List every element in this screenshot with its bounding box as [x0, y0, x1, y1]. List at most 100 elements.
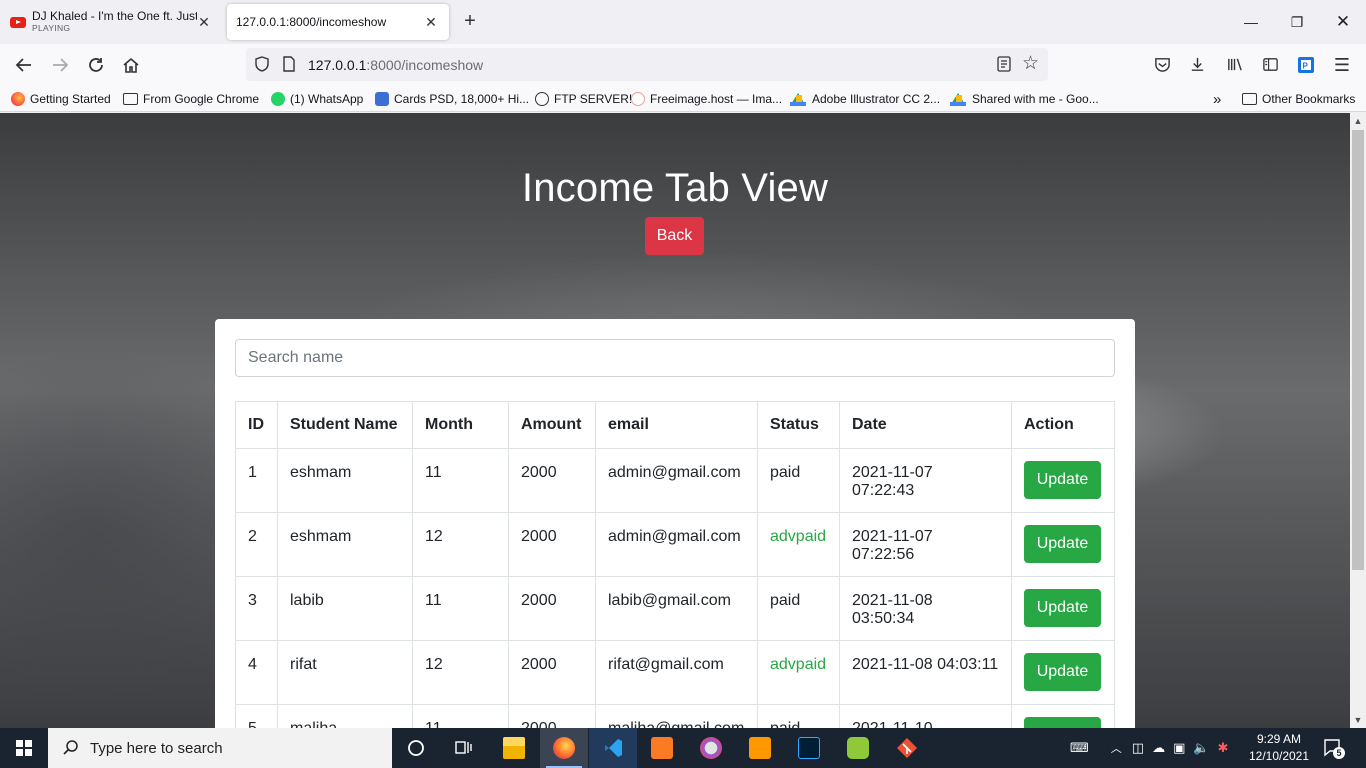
other-bookmarks-folder[interactable]: Other Bookmarks — [1242, 90, 1355, 108]
library-icon[interactable] — [1225, 56, 1243, 74]
bookmark-item[interactable]: FTP SERVER! — [535, 90, 632, 108]
firefox-taskbar-icon[interactable] — [540, 728, 588, 768]
cell-id: 1 — [235, 448, 278, 513]
cell-amount: 2000 — [508, 704, 596, 728]
file-explorer-icon[interactable] — [490, 728, 538, 768]
cell-action: Update — [1011, 448, 1115, 513]
cortana-icon[interactable] — [392, 728, 440, 768]
notepad-plus-icon[interactable] — [834, 728, 882, 768]
bookmark-item[interactable]: Shared with me - Goo... — [950, 90, 1099, 108]
git-icon[interactable] — [883, 728, 931, 768]
cell-status: paid — [757, 448, 840, 513]
bookmark-star-icon[interactable]: ☆ — [1022, 54, 1042, 74]
task-view-icon[interactable] — [440, 728, 488, 768]
bookmark-item[interactable]: Getting Started — [11, 90, 111, 108]
update-button[interactable]: Update — [1024, 717, 1101, 728]
search-input[interactable] — [235, 339, 1115, 377]
cell-action: Update — [1011, 512, 1115, 577]
bookmark-item[interactable]: Freeimage.host — Ima... — [631, 90, 782, 108]
paint-icon[interactable] — [687, 728, 735, 768]
cell-month: 12 — [412, 512, 509, 577]
pocket-icon[interactable] — [1153, 56, 1171, 74]
restore-icon[interactable]: ❐ — [1285, 10, 1309, 34]
folder-icon — [123, 93, 138, 105]
sidebar-icon[interactable] — [1261, 56, 1279, 74]
update-button[interactable]: Update — [1024, 461, 1101, 499]
vscode-icon[interactable] — [589, 728, 637, 768]
scroll-up-icon[interactable]: ▲ — [1350, 113, 1366, 129]
table-row: 3 labib 11 2000 labib@gmail.com paid 202… — [235, 576, 1115, 641]
update-button[interactable]: Update — [1024, 525, 1101, 563]
close-tab-icon[interactable]: ✕ — [423, 14, 439, 30]
system-tray: ⌨ ︿ ◫ ☁ ▣ 🔈 ✱ — [1070, 728, 1228, 768]
menu-icon[interactable]: ☰ — [1333, 56, 1351, 74]
bookmark-item[interactable]: Adobe Illustrator CC 2... — [790, 90, 940, 108]
freeimage-icon — [631, 92, 645, 106]
income-card: ID Student Name Month Amount email Statu… — [215, 319, 1135, 728]
cell-student-name: rifat — [277, 640, 413, 705]
close-tab-icon[interactable]: ✕ — [196, 14, 212, 30]
new-tab-icon[interactable]: + — [459, 10, 481, 34]
minimize-icon[interactable]: — — [1239, 10, 1263, 34]
reader-view-icon[interactable] — [996, 56, 1012, 72]
cell-action: Update — [1011, 576, 1115, 641]
bookmark-item[interactable]: (1) WhatsApp — [271, 90, 363, 108]
column-header-student-name: Student Name — [277, 401, 413, 449]
cell-amount: 2000 — [508, 640, 596, 705]
table-row: 4 rifat 12 2000 rifat@gmail.com advpaid … — [235, 640, 1115, 705]
globe-icon — [535, 92, 549, 106]
meet-now-icon[interactable]: ◫ — [1132, 740, 1144, 756]
taskbar-search-placeholder: Type here to search — [90, 739, 223, 757]
windows-taskbar: Type here to search ⌨ ︿ ◫ ☁ ▣ 🔈 ✱ 9:29 A… — [0, 728, 1366, 768]
bookmark-item[interactable]: Cards PSD, 18,000+ Hi... — [375, 90, 529, 108]
svg-text:P: P — [1303, 62, 1309, 71]
close-window-icon[interactable]: ✕ — [1331, 10, 1355, 34]
back-arrow-icon[interactable] — [11, 52, 37, 78]
update-button[interactable]: Update — [1024, 653, 1101, 691]
google-drive-icon — [950, 92, 966, 106]
cell-student-name: labib — [277, 576, 413, 641]
cell-email: admin@gmail.com — [595, 448, 758, 513]
extension-icon[interactable]: P — [1297, 56, 1315, 74]
tab-youtube[interactable]: DJ Khaled - I'm the One ft. Justin PLAYI… — [0, 4, 222, 40]
address-bar[interactable]: 127.0.0.1:8000/incomeshow ☆ — [246, 48, 1048, 81]
notification-center-icon[interactable]: 5 — [1322, 737, 1345, 759]
back-button[interactable]: Back — [645, 217, 704, 255]
network-icon[interactable]: ▣ — [1173, 740, 1185, 756]
cell-student-name: maliha — [277, 704, 413, 728]
url-text[interactable]: 127.0.0.1:8000/incomeshow — [308, 57, 483, 73]
cell-status: advpaid — [757, 512, 840, 577]
start-button[interactable] — [0, 728, 48, 768]
dropbox-icon[interactable]: ✱ — [1218, 740, 1229, 756]
reload-icon[interactable] — [83, 52, 109, 78]
cell-action: Update — [1011, 704, 1115, 728]
cell-email: maliha@gmail.com — [595, 704, 758, 728]
page-icon[interactable] — [282, 56, 296, 72]
cell-email: rifat@gmail.com — [595, 640, 758, 705]
photoshop-icon[interactable] — [785, 728, 833, 768]
update-button[interactable]: Update — [1024, 589, 1101, 627]
cell-amount: 2000 — [508, 512, 596, 577]
volume-icon[interactable]: 🔈 — [1193, 740, 1209, 756]
home-icon[interactable] — [118, 52, 144, 78]
xampp-icon[interactable] — [638, 728, 686, 768]
keyboard-icon[interactable]: ⌨ — [1070, 740, 1089, 756]
onedrive-icon[interactable]: ☁ — [1152, 740, 1165, 756]
more-bookmarks-icon[interactable]: » — [1213, 90, 1221, 108]
youtube-icon — [10, 16, 26, 28]
chevron-up-icon[interactable]: ︿ — [1111, 740, 1122, 756]
taskbar-search[interactable]: Type here to search — [48, 728, 392, 768]
scrollbar-thumb[interactable] — [1352, 130, 1364, 570]
clock[interactable]: 9:29 AM 12/10/2021 — [1244, 731, 1314, 765]
vertical-scrollbar[interactable]: ▲ ▼ — [1350, 113, 1366, 728]
cell-date: 2021-11-07 07:22:56 — [839, 512, 1012, 577]
shield-icon[interactable] — [254, 56, 270, 72]
downloads-icon[interactable] — [1188, 56, 1206, 74]
forward-arrow-icon[interactable] — [47, 52, 73, 78]
tab-incomeshow[interactable]: 127.0.0.1:8000/incomeshow ✕ — [227, 4, 449, 40]
table-row: 1 eshmam 11 2000 admin@gmail.com paid 20… — [235, 448, 1115, 513]
scroll-down-icon[interactable]: ▼ — [1350, 712, 1366, 728]
cell-student-name: eshmam — [277, 448, 413, 513]
bookmark-folder[interactable]: From Google Chrome — [123, 90, 259, 108]
sublime-text-icon[interactable] — [736, 728, 784, 768]
